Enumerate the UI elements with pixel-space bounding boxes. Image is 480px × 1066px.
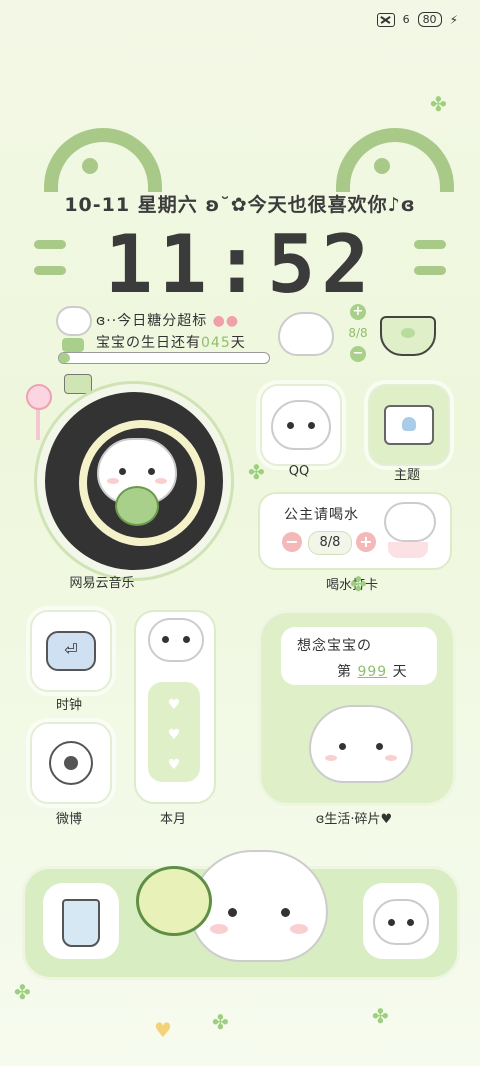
month-widget-label: 本月 — [159, 812, 186, 827]
whisker-left-1 — [34, 240, 66, 249]
qq-app-icon[interactable] — [260, 384, 342, 466]
clock-time[interactable]: 11:52 — [0, 218, 480, 311]
miss-days-value: 999 — [357, 664, 388, 680]
photo-widget-label: ɞ生活·碎片♥ — [315, 812, 393, 827]
date-line: 10-11 星期六 ʚ˘✿今天也很喜欢你♪ɞ — [64, 194, 416, 216]
alarm-clock-icon: ⏎ — [46, 631, 96, 671]
clover-icon: ✤ — [212, 1010, 229, 1034]
mini-water-minus[interactable]: − — [350, 346, 366, 362]
bow-icon — [64, 374, 92, 394]
photo-cat-icon — [309, 705, 413, 783]
whisker-left-2 — [34, 266, 66, 275]
tshirt-icon — [384, 405, 434, 445]
heart-icon: ♥ — [154, 1018, 172, 1042]
drink-cup-icon — [62, 899, 100, 947]
music-app-icon[interactable] — [37, 384, 231, 578]
mini-water-plus[interactable]: + — [350, 304, 366, 320]
clover-icon: ✤ — [14, 980, 31, 1004]
water-widget-title: 公主请喝水 — [284, 507, 359, 523]
peach-icon: ●● — [212, 313, 240, 329]
miss-box: 想念宝宝の 第 999 天 — [281, 627, 437, 685]
dock-right-app[interactable] — [363, 883, 439, 959]
weibo-app-icon[interactable] — [30, 722, 112, 804]
clover-icon: ✤ — [372, 1004, 389, 1028]
right-ear-dot — [374, 158, 390, 174]
dock-apple-icon — [136, 866, 212, 936]
water-widget[interactable]: 公主请喝水 − 8/8 + — [258, 492, 452, 570]
qq-cat-icon — [271, 400, 331, 450]
left-ear-dot — [82, 158, 98, 174]
mini-cat-sticker — [278, 312, 334, 358]
music-app-label: 网易云音乐 — [69, 576, 135, 591]
weibo-icon — [49, 741, 93, 785]
lollipop-icon — [26, 384, 54, 440]
birthday-line: 宝宝の生日还有045天 — [96, 335, 246, 351]
birthday-days: 045 — [201, 335, 231, 351]
water-count: 8/8 — [308, 531, 352, 555]
dock-left-app[interactable] — [43, 883, 119, 959]
mini-water-count: 8/8 — [348, 326, 368, 340]
right-ear-decoration — [336, 128, 454, 192]
water-plus-button[interactable]: + — [356, 532, 376, 552]
status-bar: 6 80 ⚡ — [376, 12, 458, 27]
whisker-right-2 — [414, 266, 446, 275]
photo-widget[interactable]: 想念宝宝の 第 999 天 — [258, 610, 456, 806]
battery-indicator: 80 — [417, 12, 442, 27]
clover-icon: ✤ — [350, 572, 367, 596]
miss-line: 想念宝宝の — [297, 638, 372, 654]
signal-text: 6 — [402, 13, 410, 26]
lightning-icon: ⚡ — [449, 12, 458, 27]
clover-icon: ✤ — [430, 92, 447, 116]
month-widget[interactable]: ♥ ♥ ♥ — [134, 610, 216, 804]
clock-app-icon[interactable]: ⏎ — [30, 610, 112, 692]
left-ear-decoration — [44, 128, 162, 192]
sugar-line: ɞ··今日糖分超标 ●● — [96, 313, 240, 329]
birthday-progress — [58, 352, 270, 364]
theme-app-icon[interactable] — [368, 384, 450, 466]
clover-icon: ✤ — [248, 460, 265, 484]
month-progress-bar: ♥ ♥ ♥ — [148, 682, 200, 782]
apple-icon — [115, 486, 159, 526]
clock-app-label: 时钟 — [55, 698, 82, 713]
water-cat-icon — [384, 502, 438, 558]
theme-app-label: 主题 — [393, 468, 420, 483]
matcha-cup-icon[interactable] — [380, 316, 436, 356]
water-minus-button[interactable]: − — [282, 532, 302, 552]
weibo-app-label: 微博 — [55, 812, 82, 827]
whisker-right-1 — [414, 240, 446, 249]
month-cat-icon — [148, 618, 204, 662]
miss-days-line: 第 999 天 — [337, 664, 408, 680]
cat-sticker-icon — [373, 899, 429, 945]
sim-none-icon — [376, 12, 395, 27]
birthday-progress-fill — [59, 353, 70, 363]
